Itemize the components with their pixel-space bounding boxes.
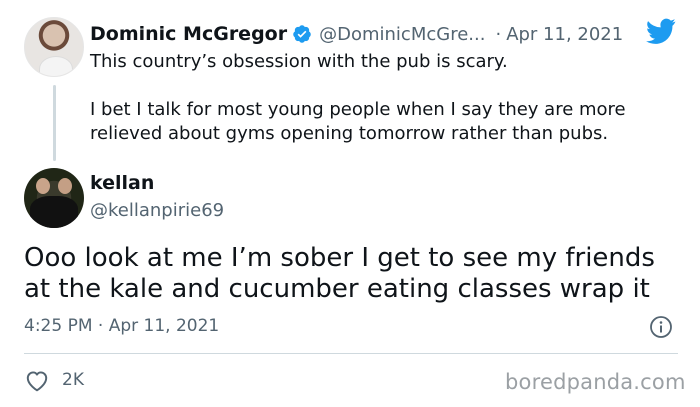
verified-badge-icon [292, 24, 312, 44]
kellan-avatar[interactable] [24, 168, 84, 228]
like-button[interactable]: 2K [24, 368, 84, 392]
original-tweet-header: Dominic McGregor @DominicMcGre... · Apr … [90, 20, 690, 48]
original-tweet-paragraph-2: I bet I talk for most young people when … [90, 99, 626, 144]
original-author-name[interactable]: Dominic McGregor [90, 23, 287, 45]
heart-icon [26, 371, 48, 392]
thread-connector-line [53, 85, 56, 161]
divider [24, 353, 678, 354]
original-tweet-date[interactable]: Apr 11, 2021 [506, 24, 623, 45]
original-tweet-paragraph-1: This country’s obsession with the pub is… [90, 51, 508, 72]
original-author-handle[interactable]: @DominicMcGre... [319, 24, 485, 45]
info-icon[interactable] [649, 315, 673, 339]
original-tweet-text: This country’s obsession with the pub is… [90, 50, 680, 146]
reply-timestamp[interactable]: 4:25 PM · Apr 11, 2021 [24, 316, 219, 336]
reply-author-handle[interactable]: @kellanpirie69 [90, 200, 224, 221]
reply-tweet-text: Ooo look at me I’m sober I get to see my… [24, 243, 655, 304]
reply-author-name[interactable]: kellan [90, 172, 154, 194]
boredpanda-watermark: boredpanda.com [505, 370, 686, 394]
like-count: 2K [62, 370, 84, 390]
twitter-bird-icon[interactable] [646, 18, 676, 44]
date-separator: · [495, 23, 502, 45]
dominic-avatar[interactable] [24, 17, 84, 77]
